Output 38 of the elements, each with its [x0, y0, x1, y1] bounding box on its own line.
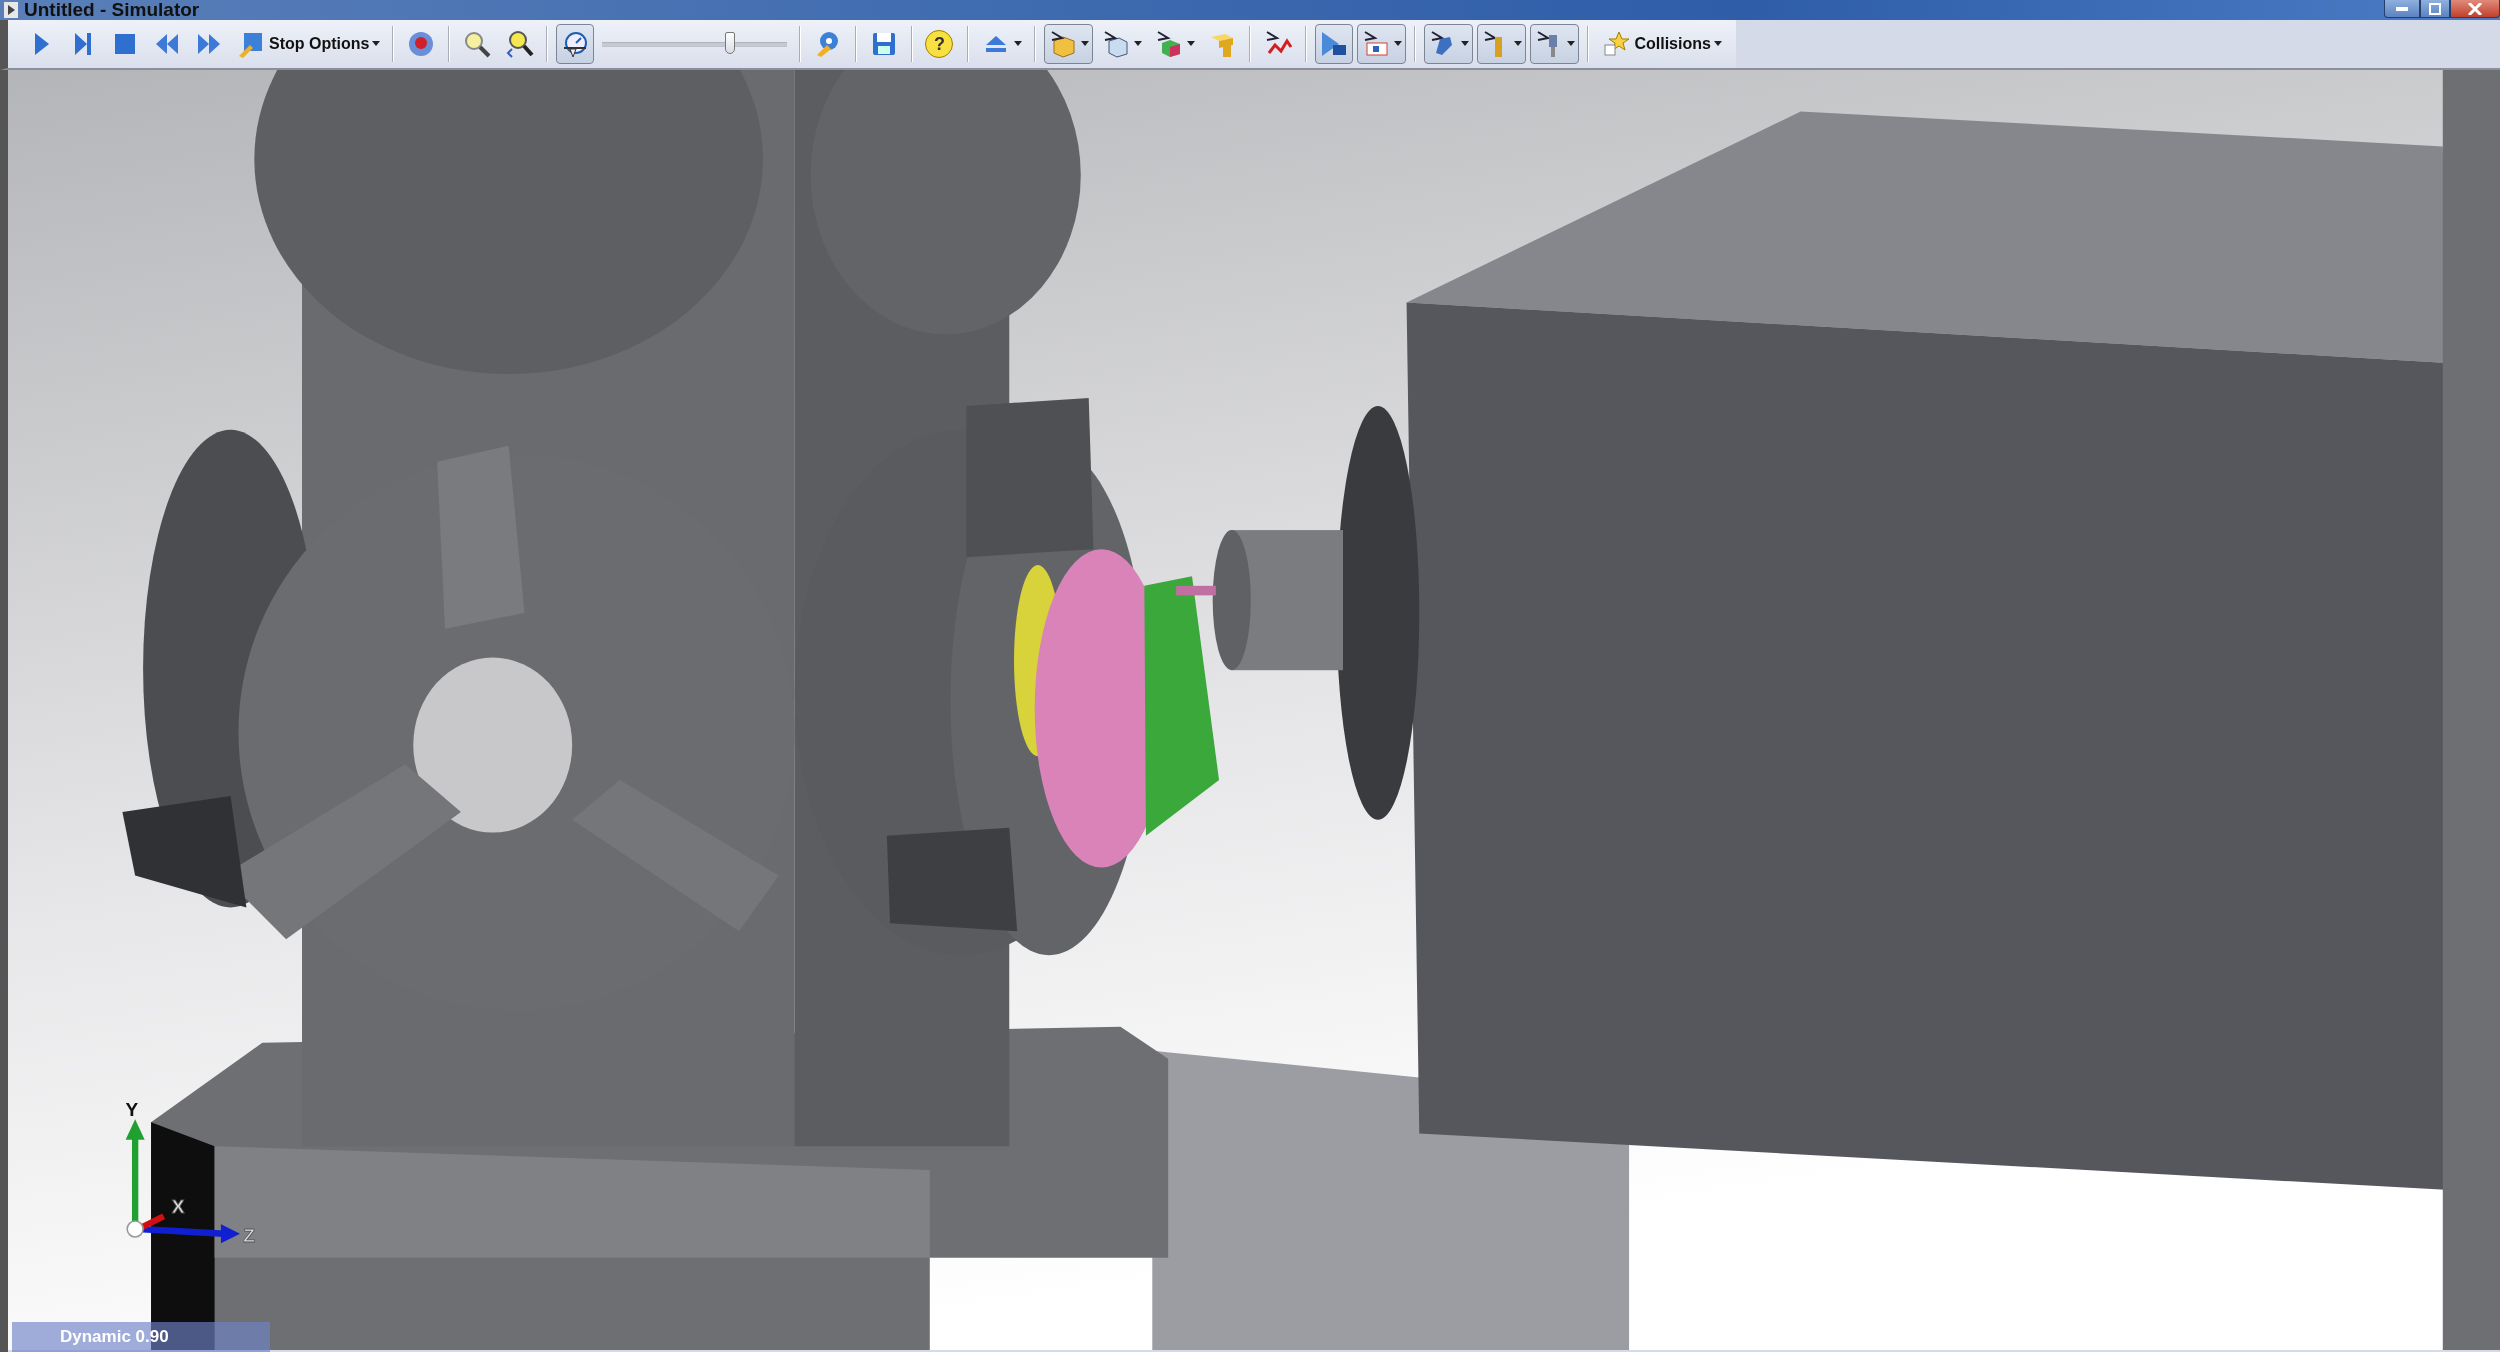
toolbar-menu-button[interactable]: Collisions	[1597, 24, 1726, 64]
maximize-button[interactable]	[2420, 0, 2450, 18]
app-icon	[4, 2, 18, 18]
toolbar-menu-button[interactable]: Stop Options	[232, 24, 385, 64]
restore-icon	[2429, 2, 2441, 15]
3d-viewport[interactable]: Y X Z Dynamic 0.90	[0, 70, 2500, 1352]
dropdown-caret-icon	[1134, 41, 1143, 47]
close-icon	[2468, 2, 2482, 15]
toolbar-button[interactable]	[1477, 24, 1527, 64]
toolbar-button[interactable]	[1315, 24, 1354, 64]
slider-thumb[interactable]	[724, 32, 735, 54]
help-icon: ?	[925, 30, 954, 58]
window-title: Untitled - Simulator	[24, 0, 200, 20]
x-axis-label: X	[171, 1196, 185, 1218]
toolbar-button[interactable]	[556, 24, 595, 64]
close-button[interactable]	[2450, 0, 2500, 18]
dropdown-caret-icon	[1514, 41, 1523, 47]
toolbar-button[interactable]: ?	[921, 24, 960, 64]
dropdown-caret-icon	[372, 41, 381, 47]
dropdown-caret-icon	[1394, 41, 1403, 47]
y-axis-label: Y	[125, 1098, 139, 1120]
dropdown-caret-icon	[1081, 41, 1090, 47]
minimize-icon	[2396, 6, 2408, 11]
star-icon	[1601, 29, 1632, 59]
toolbar-button[interactable]	[1357, 24, 1407, 64]
toolbar-button[interactable]	[1044, 24, 1094, 64]
dropdown-caret-icon	[1713, 41, 1722, 47]
z-axis-label: Z	[243, 1224, 255, 1246]
dropdown-caret-icon	[1187, 41, 1196, 47]
zoom-previous-icon	[504, 29, 535, 59]
toolbar-button[interactable]	[1424, 24, 1474, 64]
status-readout: Dynamic 0.90	[12, 1322, 270, 1352]
dropdown-caret-icon	[1461, 41, 1470, 47]
dropdown-caret-icon	[1014, 41, 1023, 47]
toolbar-button[interactable]	[1530, 24, 1580, 64]
minimize-button[interactable]	[2384, 0, 2420, 18]
dropdown-caret-icon	[1567, 41, 1576, 47]
zoom-icon	[462, 29, 493, 59]
